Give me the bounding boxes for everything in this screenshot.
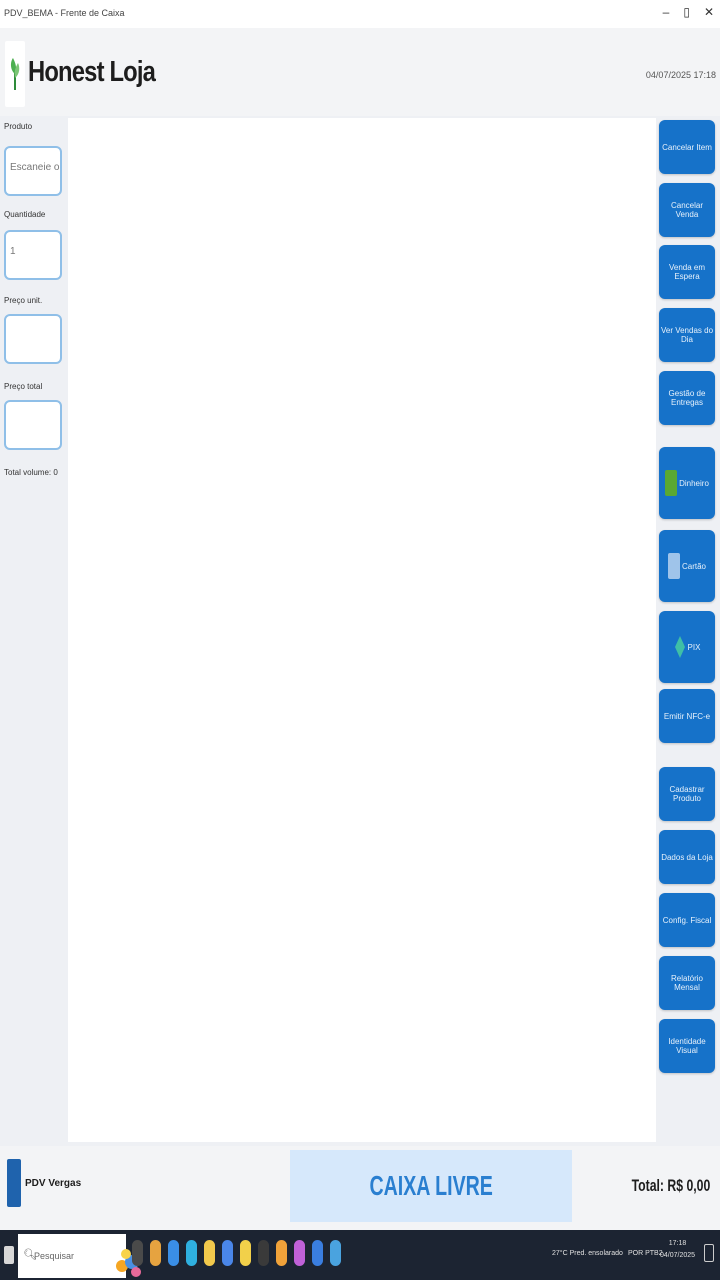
total-price-input[interactable] [4, 400, 62, 450]
taskbar-clock[interactable]: 17:18 04/07/2025 [660, 1238, 695, 1262]
taskbar-app-icon[interactable] [258, 1240, 269, 1266]
brand-name: Honest Loja [28, 56, 156, 88]
taskbar-app-icon[interactable] [132, 1240, 143, 1266]
pdv-name: PDV Vergas [25, 1178, 82, 1189]
hold-sale-button[interactable]: Venda em Espera [659, 245, 715, 299]
clock-time: 17:18 [668, 1240, 687, 1247]
logo [5, 41, 25, 107]
pix-icon [674, 636, 685, 658]
search-placeholder: Pesquisar [34, 1251, 75, 1261]
footer-bar: PDV Vergas CAIXA LIVRE Total: R$ 0,00 [0, 1146, 720, 1230]
pdv-icon [7, 1159, 21, 1207]
deliveries-button[interactable]: Gestão de Entregas [659, 371, 715, 425]
pay-pix-button[interactable]: PIX [659, 611, 715, 683]
unit-price-input[interactable] [4, 314, 62, 364]
taskbar-search[interactable]: 🔍︎ Pesquisar [18, 1234, 141, 1278]
taskbar: 🔍︎ Pesquisar 27°C Pred. ensolarado POR P… [0, 1230, 720, 1280]
fiscal-config-button[interactable]: Config. Fiscal [659, 893, 715, 947]
pay-card-button[interactable]: Cartão [659, 530, 715, 602]
quantity-label: Quantidade [4, 210, 46, 219]
cancel-sale-button[interactable]: Cancelar Venda [659, 183, 715, 237]
left-panel: Produto Escaneie ou d... Quantidade 1 Pr… [0, 116, 68, 1146]
visual-identity-button[interactable]: Identidade Visual [659, 1019, 715, 1073]
card-icon [667, 553, 680, 579]
taskbar-app-icon[interactable] [276, 1240, 287, 1266]
taskbar-app-icon[interactable] [186, 1240, 197, 1266]
maximize-button[interactable]: ▯ [683, 5, 690, 19]
cancel-item-button[interactable]: Cancelar Item [659, 120, 715, 174]
header: Honest Loja 04/07/2025 17:18 [0, 28, 720, 116]
taskbar-app-icon[interactable] [330, 1240, 341, 1266]
total-price-label: Preço total [4, 382, 43, 391]
cash-icon [665, 470, 678, 496]
monthly-report-button[interactable]: Relatório Mensal [659, 956, 715, 1010]
datetime: 04/07/2025 17:18 [645, 70, 716, 80]
window-controls: – ▯ ✕ [663, 5, 714, 19]
store-data-button[interactable]: Dados da Loja [659, 830, 715, 884]
taskbar-app-icon[interactable] [294, 1240, 305, 1266]
taskbar-app-icon[interactable] [222, 1240, 233, 1266]
items-list[interactable] [68, 118, 656, 1142]
taskbar-app-icon[interactable] [240, 1240, 251, 1266]
weather-widget[interactable]: 27°C Pred. ensolarado [552, 1250, 623, 1257]
quantity-input[interactable]: 1 [4, 230, 62, 280]
taskbar-app-icon[interactable] [312, 1240, 323, 1266]
total-volume: Total volume: 0 [4, 468, 58, 477]
register-product-button[interactable]: Cadastrar Produto [659, 767, 715, 821]
cashier-status-banner: CAIXA LIVRE [290, 1150, 572, 1222]
pay-card-label: Cartão [681, 561, 706, 571]
taskbar-app-icon[interactable] [204, 1240, 215, 1266]
pay-cash-label: Dinheiro [679, 478, 709, 488]
clock-date: 04/07/2025 [660, 1252, 696, 1259]
notification-icon[interactable] [704, 1244, 714, 1262]
product-input[interactable]: Escaneie ou d... [4, 146, 62, 196]
start-button[interactable] [4, 1246, 14, 1264]
unit-price-label: Preço unit. [4, 296, 43, 305]
pay-pix-label: PIX [687, 642, 701, 652]
taskbar-app-icon[interactable] [168, 1240, 179, 1266]
minimize-button[interactable]: – [663, 5, 670, 19]
window-title: PDV_BEMA - Frente de Caixa [4, 8, 125, 18]
day-sales-button[interactable]: Ver Vendas do Dia [659, 308, 715, 362]
cashier-status: CAIXA LIVRE [369, 1170, 493, 1201]
close-button[interactable]: ✕ [704, 5, 714, 19]
leaf-icon [10, 58, 20, 90]
locale-indicator[interactable]: POR PTB2 [628, 1250, 663, 1257]
emit-nfce-button[interactable]: Emitir NFC-e [659, 689, 715, 743]
title-bar: PDV_BEMA - Frente de Caixa – ▯ ✕ [0, 0, 720, 29]
product-label: Produto [4, 122, 33, 131]
taskbar-app-icon[interactable] [150, 1240, 161, 1266]
sale-total: Total: R$ 0,00 [631, 1176, 710, 1195]
pay-cash-button[interactable]: Dinheiro [659, 447, 715, 519]
